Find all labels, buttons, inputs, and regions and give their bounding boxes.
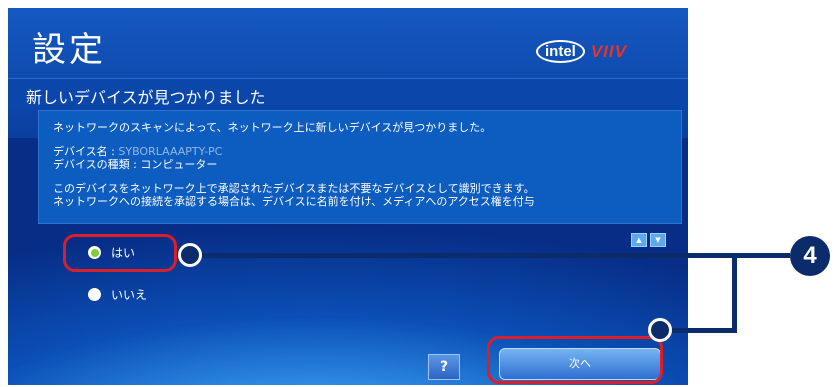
- device-name-label: デバイス名 :: [53, 145, 115, 158]
- intel-logo: intel: [536, 40, 585, 63]
- message-line-1: ネットワークのスキャンによって、ネットワーク上に新しいデバイスが見つかりました。: [53, 121, 492, 134]
- device-name-value: SYBORLAAAPTY-PC: [118, 145, 223, 158]
- callout-dot-yes: [178, 243, 202, 267]
- settings-window: 設定 intel VIIV 新しいデバイスが見つかりました ネットワークのスキャ…: [8, 8, 688, 385]
- callout-line-vertical: [732, 253, 737, 333]
- help-button[interactable]: ?: [428, 354, 460, 380]
- step-number-badge: 4: [790, 236, 830, 276]
- device-type-label: デバイスの種類 :: [53, 158, 137, 171]
- message-panel: ネットワークのスキャンによって、ネットワーク上に新しいデバイスが見つかりました。…: [38, 110, 682, 224]
- device-name-row: デバイス名 : SYBORLAAAPTY-PC: [53, 145, 222, 158]
- message-line-5: ネットワークへの接続を承認する場合は、デバイスに名前を付け、メディアへのアクセス…: [53, 195, 535, 208]
- message-line-4: このデバイスをネットワーク上で承認されたデバイスまたは不要なデバイスとして識別で…: [53, 182, 535, 195]
- highlight-next: [487, 336, 663, 384]
- subtitle-bar: 新しいデバイスが見つかりました: [8, 78, 688, 111]
- scroll-down-button[interactable]: ▼: [650, 233, 666, 247]
- callout-line-yes: [196, 253, 736, 258]
- callout-dot-next: [648, 318, 672, 342]
- highlight-yes: [63, 234, 177, 272]
- device-type-row: デバイスの種類 : コンピューター: [53, 158, 217, 171]
- intel-viiv-logo: intel VIIV: [536, 40, 627, 63]
- option-no[interactable]: いいえ: [88, 286, 147, 303]
- page-title: 設定: [32, 30, 106, 70]
- scroll-up-button[interactable]: ▲: [631, 233, 647, 247]
- option-no-label: いいえ: [111, 288, 148, 302]
- device-type-value: コンピューター: [140, 158, 218, 171]
- subtitle-text: 新しいデバイスが見つかりました: [26, 88, 266, 107]
- callout-line-connector: [736, 253, 790, 258]
- viiv-logo: VIIV: [590, 41, 627, 61]
- radio-no[interactable]: [88, 288, 101, 301]
